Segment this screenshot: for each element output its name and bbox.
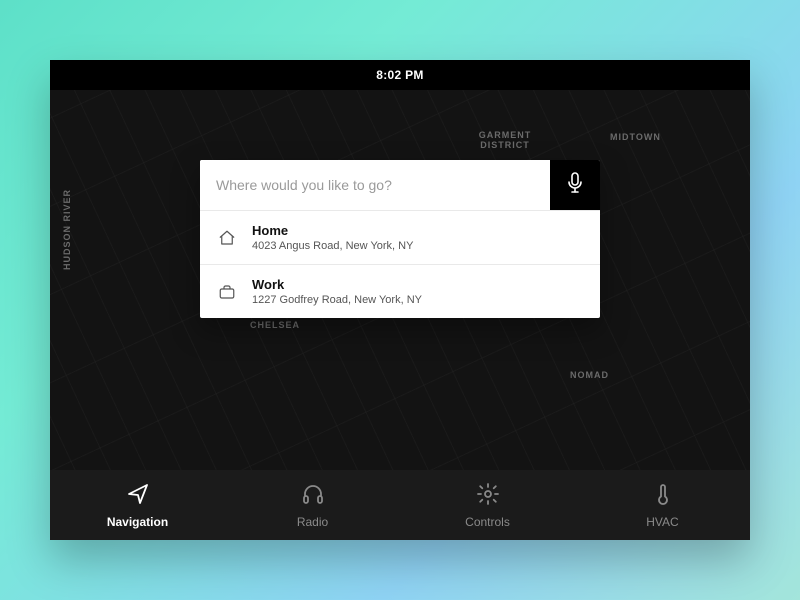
headphones-icon — [301, 482, 325, 509]
search-panel: Home 4023 Angus Road, New York, NY Work … — [200, 160, 600, 318]
clock: 8:02 PM — [376, 68, 423, 82]
thermometer-icon — [651, 482, 675, 509]
tab-label: Radio — [297, 515, 328, 529]
briefcase-icon — [216, 283, 238, 301]
tab-label: Controls — [465, 515, 510, 529]
tab-label: HVAC — [646, 515, 678, 529]
tab-navigation[interactable]: Navigation — [50, 470, 225, 540]
navigation-icon — [126, 482, 150, 509]
suggestion-home[interactable]: Home 4023 Angus Road, New York, NY — [200, 210, 600, 264]
tab-controls[interactable]: Controls — [400, 470, 575, 540]
tab-radio[interactable]: Radio — [225, 470, 400, 540]
tab-bar: Navigation Radio Controls — [50, 470, 750, 540]
home-icon — [216, 229, 238, 247]
suggestion-text: Work 1227 Godfrey Road, New York, NY — [252, 277, 422, 306]
destination-input[interactable] — [200, 160, 550, 210]
suggestion-text: Home 4023 Angus Road, New York, NY — [252, 223, 413, 252]
tab-hvac[interactable]: HVAC — [575, 470, 750, 540]
suggestion-address: 4023 Angus Road, New York, NY — [252, 240, 413, 252]
device-frame: 8:02 PM Hudson River CHELSEA GARMENT DIS… — [50, 60, 750, 540]
search-row — [200, 160, 600, 210]
microphone-icon — [566, 172, 584, 199]
suggestion-title: Work — [252, 277, 422, 292]
voice-search-button[interactable] — [550, 160, 600, 210]
suggestion-address: 1227 Godfrey Road, New York, NY — [252, 294, 422, 306]
tab-label: Navigation — [107, 515, 168, 529]
gear-icon — [476, 482, 500, 509]
suggestion-title: Home — [252, 223, 413, 238]
suggestion-work[interactable]: Work 1227 Godfrey Road, New York, NY — [200, 264, 600, 318]
status-bar: 8:02 PM — [50, 60, 750, 90]
